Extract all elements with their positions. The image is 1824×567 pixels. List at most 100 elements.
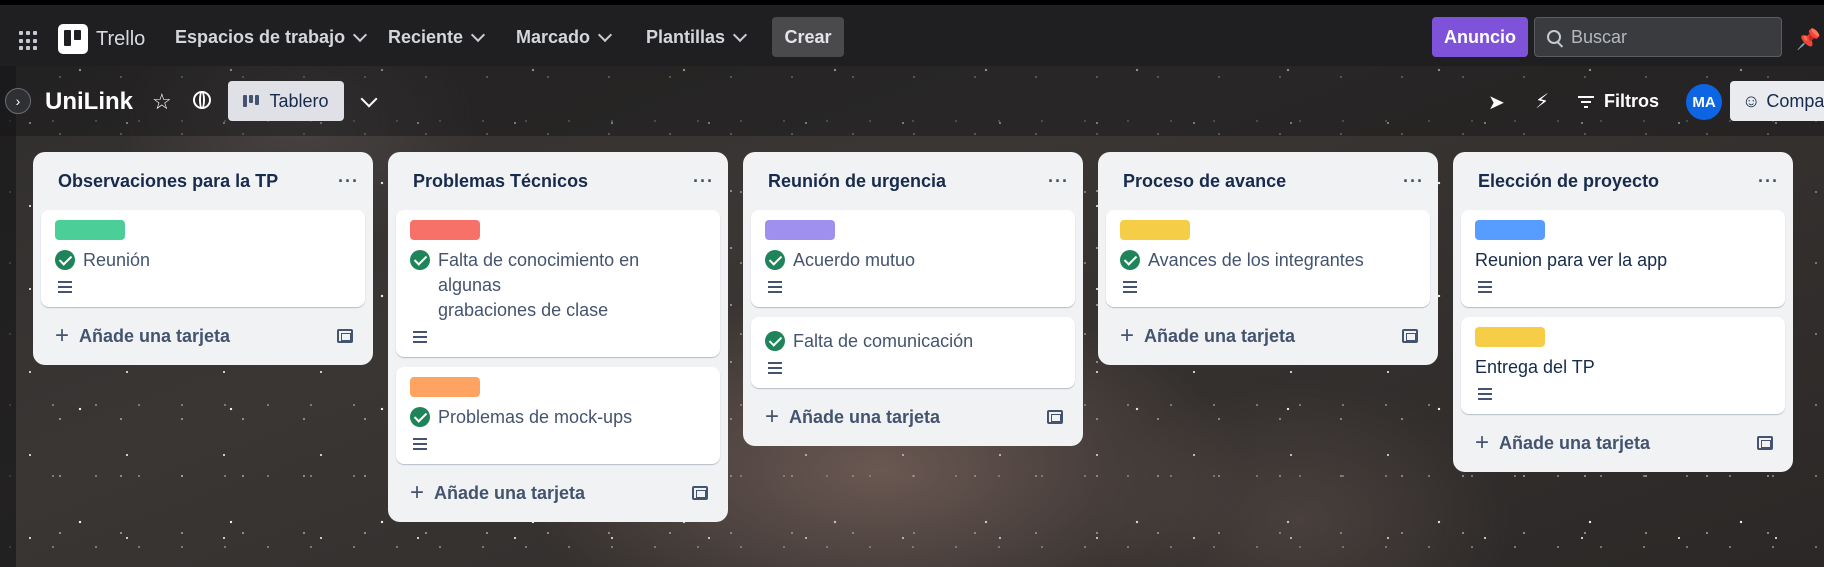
- list-proceso-avance: Proceso de avance ··· Avances de los int…: [1098, 152, 1438, 365]
- nav-workspaces-label: Espacios de trabajo: [175, 27, 346, 47]
- add-card-label: Añade una tarjeta: [1144, 325, 1296, 346]
- description-icon: [58, 281, 72, 293]
- check-complete-icon[interactable]: [1120, 250, 1140, 270]
- list-problemas-tecnicos: Problemas Técnicos ··· Falta de conocimi…: [388, 152, 728, 522]
- board-title[interactable]: UniLink: [45, 88, 133, 116]
- add-member-icon: ☺: [1742, 90, 1761, 111]
- list-menu-icon[interactable]: ···: [1048, 171, 1069, 192]
- list-title[interactable]: Proceso de avance: [1123, 171, 1286, 192]
- trello-logo-icon: [58, 24, 88, 54]
- card-title: Acuerdo mutuo: [793, 250, 916, 270]
- board-view-button[interactable]: Tablero: [228, 81, 344, 121]
- chevron-down-icon: [597, 27, 613, 42]
- filter-icon: [1578, 95, 1594, 108]
- filters-label: Filtros: [1604, 91, 1660, 111]
- card-title: Falta de conocimiento en algunas grabacio…: [438, 248, 706, 323]
- visibility-globe-icon[interactable]: [193, 91, 211, 109]
- card[interactable]: Problemas de mock-ups: [396, 367, 720, 464]
- list-eleccion-proyecto: Elección de proyecto ··· Reunion para ve…: [1453, 152, 1793, 472]
- nav-starred-label: Marcado: [516, 27, 591, 47]
- card-label[interactable]: [55, 220, 125, 240]
- chevron-down-icon: [732, 27, 748, 42]
- chevron-down-icon: [470, 27, 486, 42]
- create-from-template-icon[interactable]: [692, 486, 708, 500]
- list-menu-icon[interactable]: ···: [1403, 171, 1424, 192]
- automation-bolt-icon[interactable]: ⚡︎: [1535, 89, 1549, 114]
- list-menu-icon[interactable]: ···: [693, 171, 714, 192]
- card-label[interactable]: [765, 220, 835, 240]
- card-title: Falta de comunicación: [793, 331, 974, 351]
- pin-icon[interactable]: 📌: [1796, 27, 1821, 52]
- card-title: Reunión: [83, 250, 151, 270]
- card-title-line: Falta de conocimiento en algunas: [438, 250, 640, 295]
- nav-templates-label: Plantillas: [646, 27, 726, 47]
- card-label[interactable]: [410, 377, 480, 397]
- card[interactable]: Reunión: [41, 210, 365, 307]
- nav-recent-menu[interactable]: Reciente: [388, 27, 486, 48]
- search-field[interactable]: Buscar: [1534, 17, 1782, 57]
- chevron-down-icon: [352, 27, 368, 42]
- list-title[interactable]: Elección de proyecto: [1478, 171, 1659, 192]
- create-from-template-icon[interactable]: [1402, 329, 1418, 343]
- card-label[interactable]: [1475, 327, 1545, 347]
- list-title[interactable]: Observaciones para la TP: [58, 171, 278, 192]
- create-from-template-icon[interactable]: [1757, 436, 1773, 450]
- check-complete-icon[interactable]: [55, 250, 75, 270]
- star-icon[interactable]: ☆: [152, 89, 172, 115]
- plus-icon: +: [55, 322, 70, 349]
- card[interactable]: Acuerdo mutuo: [751, 210, 1075, 307]
- card[interactable]: Reunion para ver la app: [1461, 210, 1785, 307]
- plus-icon: +: [1120, 322, 1135, 349]
- search-placeholder: Buscar: [1571, 26, 1628, 47]
- description-icon: [1478, 281, 1492, 293]
- expand-sidebar-button[interactable]: ›: [5, 88, 31, 114]
- add-card-label: Añade una tarjeta: [79, 325, 231, 346]
- create-from-template-icon[interactable]: [1047, 410, 1063, 424]
- nav-recent-label: Reciente: [388, 27, 464, 47]
- list-observaciones: Observaciones para la TP ··· Reunión + Añ…: [33, 152, 373, 365]
- list-title[interactable]: Reunión de urgencia: [768, 171, 946, 192]
- filters-button[interactable]: Filtros: [1578, 91, 1659, 112]
- card[interactable]: Avances de los integrantes: [1106, 210, 1430, 307]
- description-icon: [413, 438, 427, 450]
- check-complete-icon[interactable]: [765, 250, 785, 270]
- card-title: Reunion para ver la app: [1475, 250, 1668, 270]
- list-menu-icon[interactable]: ···: [338, 171, 359, 192]
- add-card-button[interactable]: + Añade una tarjeta: [1475, 431, 1650, 455]
- create-button[interactable]: Crear: [772, 17, 844, 57]
- add-card-button[interactable]: + Añade una tarjeta: [1120, 324, 1295, 348]
- announcement-button[interactable]: Anuncio: [1432, 17, 1528, 57]
- list-menu-icon[interactable]: ···: [1758, 171, 1779, 192]
- list-title[interactable]: Problemas Técnicos: [413, 171, 588, 192]
- nav-starred-menu[interactable]: Marcado: [516, 27, 613, 48]
- card[interactable]: Falta de comunicación: [751, 317, 1075, 388]
- card[interactable]: Entrega del TP: [1461, 317, 1785, 414]
- create-from-template-icon[interactable]: [337, 329, 353, 343]
- nav-templates-menu[interactable]: Plantillas: [646, 27, 748, 48]
- card-label[interactable]: [1120, 220, 1190, 240]
- check-complete-icon[interactable]: [410, 407, 430, 427]
- card-title-line: grabaciones de clase: [438, 300, 609, 320]
- logo-text: Trello: [96, 27, 146, 50]
- add-card-label: Añade una tarjeta: [789, 406, 941, 427]
- nav-workspaces-menu[interactable]: Espacios de trabajo: [175, 27, 368, 48]
- add-card-button[interactable]: + Añade una tarjeta: [55, 324, 230, 348]
- power-ups-rocket-icon[interactable]: ➤: [1488, 90, 1505, 115]
- share-button[interactable]: ☺ Compar: [1730, 81, 1824, 121]
- card-title: Entrega del TP: [1475, 357, 1595, 377]
- add-card-button[interactable]: + Añade una tarjeta: [765, 405, 940, 429]
- add-card-button[interactable]: + Añade una tarjeta: [410, 481, 585, 505]
- card-label[interactable]: [410, 220, 480, 240]
- check-complete-icon[interactable]: [410, 250, 430, 270]
- board-view-label: Tablero: [269, 90, 329, 111]
- search-icon: [1547, 30, 1561, 44]
- member-avatar[interactable]: MA: [1686, 84, 1722, 120]
- description-icon: [1123, 281, 1137, 293]
- card-title: Problemas de mock-ups: [438, 407, 633, 427]
- app-switcher-icon[interactable]: [19, 31, 39, 51]
- card[interactable]: Falta de conocimiento en algunas grabacio…: [396, 210, 720, 357]
- trello-logo[interactable]: Trello: [58, 24, 145, 54]
- card-label[interactable]: [1475, 220, 1545, 240]
- check-complete-icon[interactable]: [765, 331, 785, 351]
- plus-icon: +: [1475, 429, 1490, 456]
